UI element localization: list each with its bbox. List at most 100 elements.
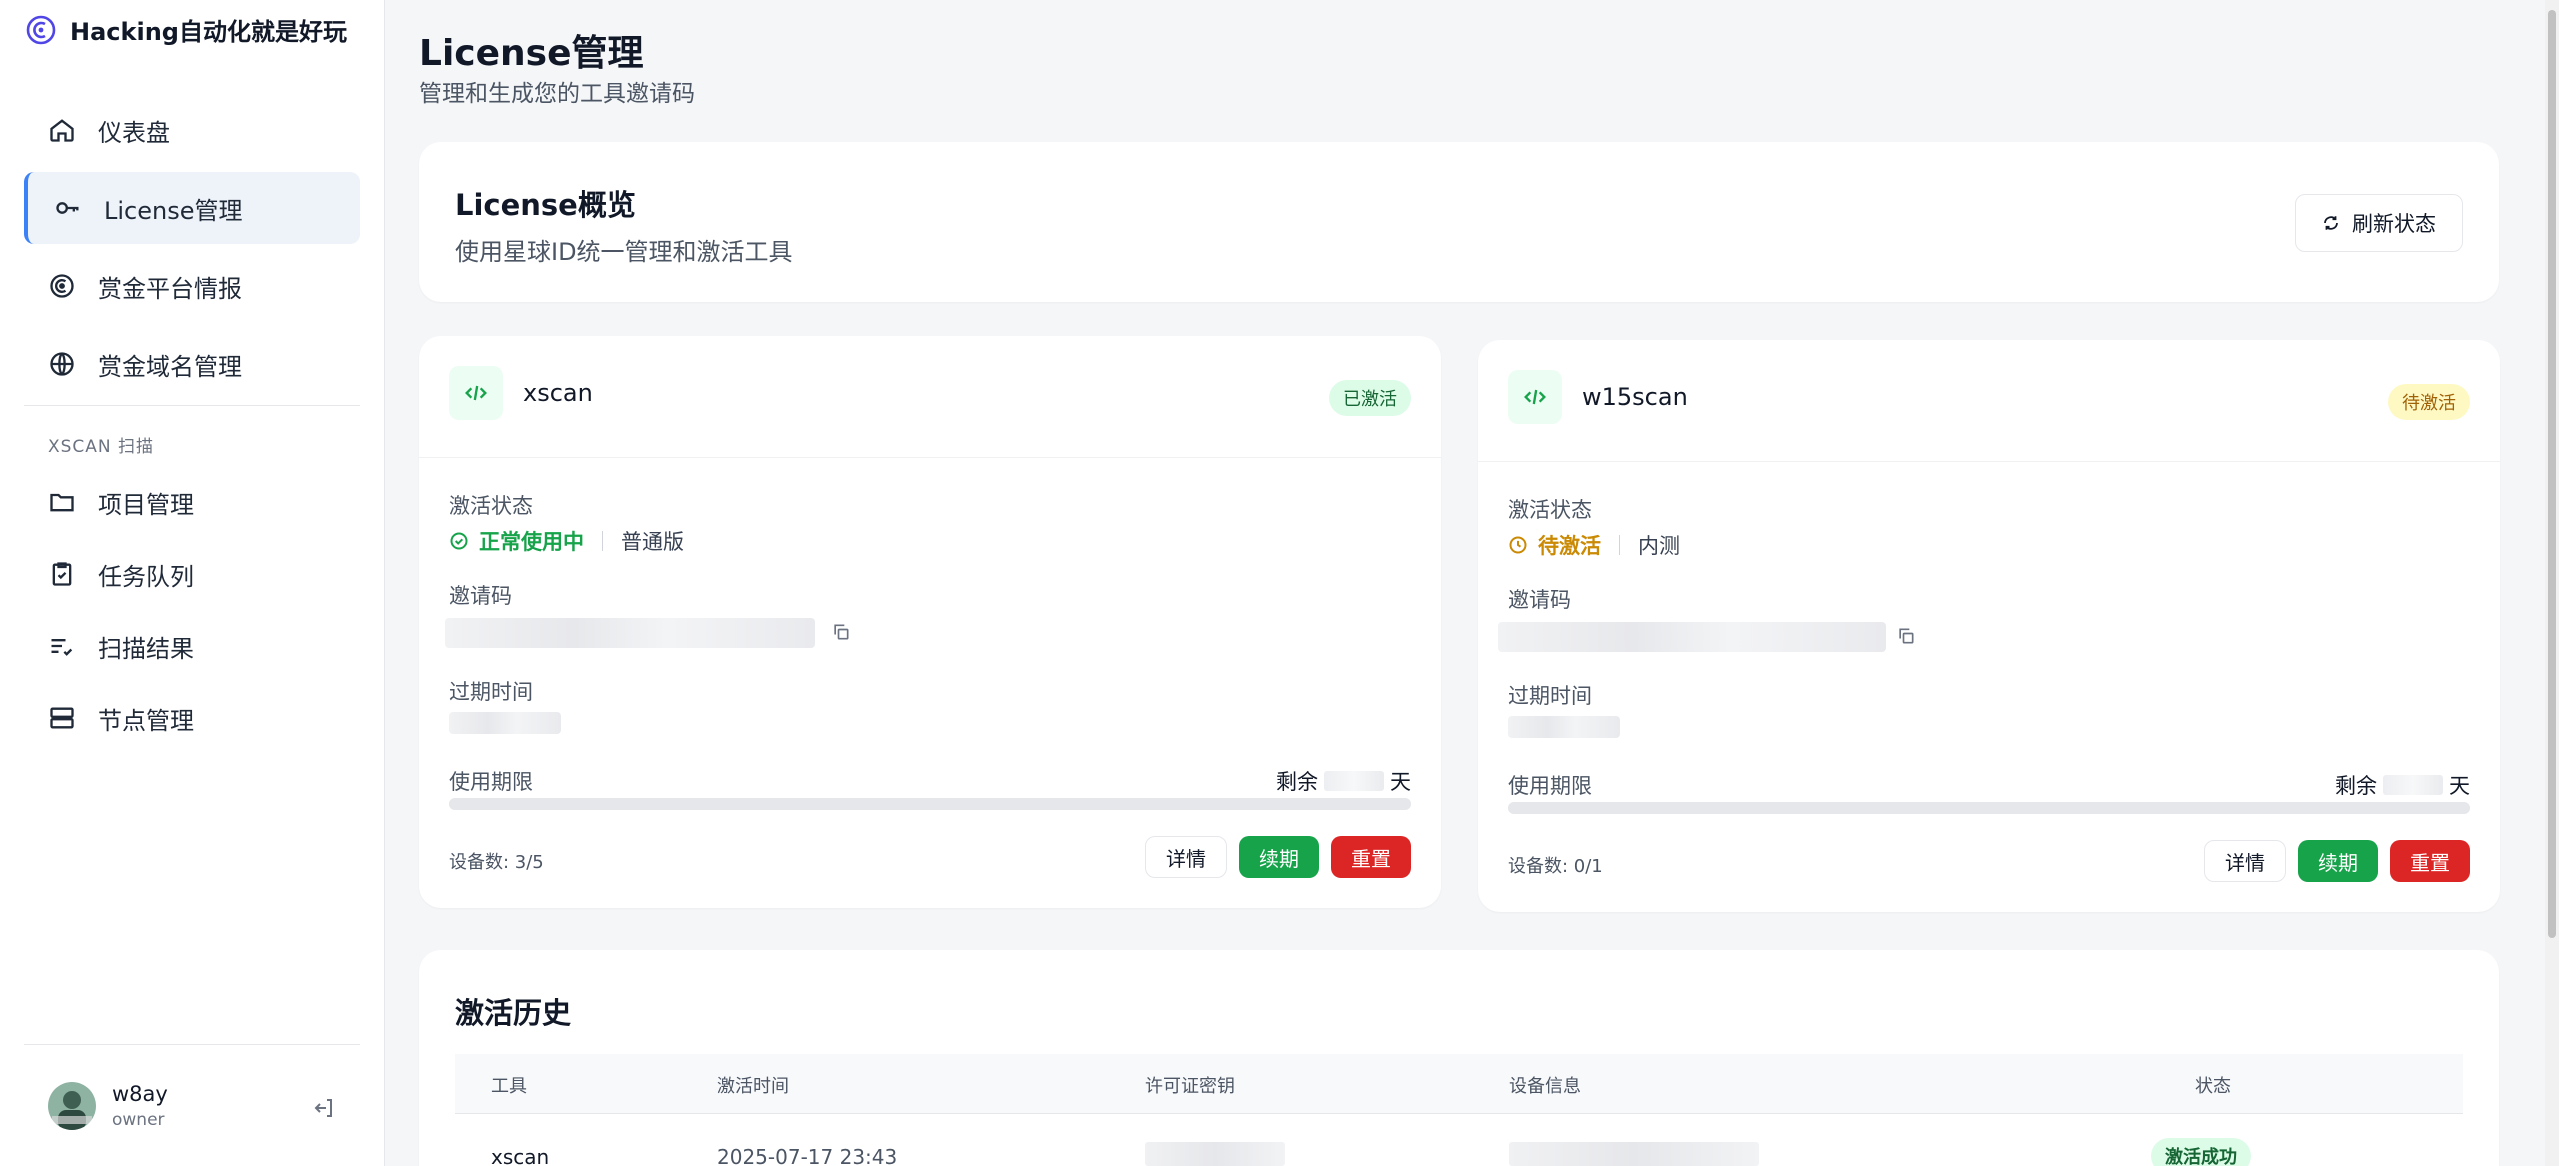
copy-icon[interactable] (831, 622, 851, 642)
refresh-status-button[interactable]: 刷新状态 (2295, 194, 2463, 252)
renew-button[interactable]: 续期 (2298, 840, 2378, 882)
plan-name: 普通版 (621, 530, 684, 554)
avatar (48, 1082, 96, 1130)
nav-section-label: XSCAN 扫描 (48, 437, 155, 457)
tool-name: xscan (523, 379, 593, 407)
detail-button[interactable]: 详情 (2204, 840, 2286, 882)
brand-title: Hacking自动化就是好玩 (70, 18, 347, 46)
overview-title: License概览 (455, 188, 636, 222)
table-cell-status: 激活成功 (2151, 1138, 2251, 1166)
page-subtitle: 管理和生成您的工具邀请码 (419, 81, 695, 107)
nav-item-projects[interactable]: 项目管理 (24, 466, 360, 538)
server-icon (50, 707, 74, 729)
activation-history-card: 激活历史 工具 激活时间 许可证密钥 设备信息 状态 xscan 2025-07… (419, 950, 2499, 1166)
nav-item-scan-results[interactable]: 扫描结果 (24, 610, 360, 682)
device-count: 设备数: 3/5 (449, 852, 544, 873)
expire-time-value (1508, 716, 1620, 738)
list-check-icon (51, 639, 73, 656)
device-count: 设备数: 0/1 (1508, 856, 1603, 877)
user-profile[interactable]: w8ay owner (48, 1082, 168, 1130)
reset-button[interactable]: 重置 (1331, 836, 1411, 878)
card-divider (419, 457, 1441, 458)
renew-button[interactable]: 续期 (1239, 836, 1319, 878)
clipboard-check-icon (52, 562, 72, 586)
overview-subtitle: 使用星球ID统一管理和激活工具 (455, 238, 793, 266)
nav-item-nodes[interactable]: 节点管理 (24, 682, 360, 754)
nav-item-bounty-domains[interactable]: 赏金域名管理 (24, 328, 360, 400)
user-name: w8ay (112, 1082, 168, 1106)
activation-status-value: 待激活 (1538, 534, 1601, 558)
check-circle-icon (450, 532, 468, 550)
expire-time-value (449, 712, 561, 734)
radar-icon (50, 274, 74, 298)
logout-icon[interactable] (312, 1096, 336, 1120)
expire-time-label: 过期时间 (449, 680, 533, 704)
invite-code-label: 邀请码 (449, 584, 512, 608)
tool-card-xscan: xscan 已激活 激活状态 正常使用中 普通版 邀请码 过期时间 使用期限 剩… (419, 336, 1441, 908)
card-divider (1478, 461, 2500, 462)
table-cell-time: 2025-07-17 23:43 (717, 1145, 898, 1166)
logo-icon (26, 15, 56, 44)
refresh-status-label: 刷新状态 (2352, 212, 2436, 236)
usage-progress-bar (1508, 802, 2470, 814)
column-header: 状态 (2195, 1076, 2231, 1097)
column-header: 激活时间 (717, 1076, 789, 1097)
nav-label-scan-results: 扫描结果 (98, 634, 194, 663)
tool-card-w15scan: w15scan 待激活 激活状态 待激活 内测 邀请码 过期时间 使用期限 剩余… (1478, 340, 2500, 912)
clock-icon (1509, 536, 1527, 554)
remaining-days: 剩余天 (2335, 774, 2470, 798)
nav-item-license[interactable]: License管理 (24, 172, 360, 244)
status-badge: 已激活 (1329, 380, 1411, 416)
key-icon (56, 202, 79, 214)
status-badge: 待激活 (2388, 384, 2470, 420)
activation-status-value: 正常使用中 (479, 530, 584, 554)
license-overview-card: License概览 使用星球ID统一管理和激活工具 刷新状态 (419, 142, 2499, 302)
sidebar: Hacking自动化就是好玩 仪表盘 License管理 赏金平台情报 赏金域名… (0, 0, 385, 1166)
nav-item-task-queue[interactable]: 任务队列 (24, 538, 360, 610)
table-cell-tool: xscan (491, 1145, 550, 1166)
folder-icon (50, 493, 74, 512)
tool-name: w15scan (1582, 383, 1688, 411)
table-cell-device-info (1509, 1142, 1759, 1166)
reset-button[interactable]: 重置 (2390, 840, 2470, 882)
table-header: 工具 激活时间 许可证密钥 设备信息 状态 (455, 1054, 2463, 1114)
table-cell-license-key (1145, 1142, 1285, 1166)
code-icon (1508, 370, 1562, 424)
copy-icon[interactable] (1896, 626, 1916, 646)
scrollbar[interactable] (2545, 0, 2559, 1166)
usage-progress-bar (449, 798, 1411, 810)
plan-name: 内测 (1638, 534, 1680, 558)
nav-label-nodes: 节点管理 (98, 706, 194, 735)
column-header: 工具 (491, 1076, 527, 1097)
activation-status-label: 激活状态 (449, 494, 533, 518)
nav-label-task-queue: 任务队列 (98, 562, 194, 591)
activation-status: 待激活 内测 (1508, 530, 1680, 560)
nav-item-bounty-intel[interactable]: 赏金平台情报 (24, 250, 360, 322)
history-title: 激活历史 (455, 996, 572, 1030)
main-content: License管理 管理和生成您的工具邀请码 License概览 使用星球ID统… (385, 0, 2559, 1166)
home-icon (50, 119, 74, 142)
activation-status-label: 激活状态 (1508, 498, 1592, 522)
invite-code-value (445, 618, 815, 648)
detail-button[interactable]: 详情 (1145, 836, 1227, 878)
remaining-days: 剩余天 (1276, 770, 1411, 794)
nav-label-projects: 项目管理 (98, 490, 194, 519)
code-icon (449, 366, 503, 420)
column-header: 设备信息 (1509, 1076, 1581, 1097)
nav-label-bounty-domains: 赏金域名管理 (98, 352, 242, 381)
expire-time-label: 过期时间 (1508, 684, 1592, 708)
usage-period-label: 使用期限 (1508, 774, 1592, 798)
brand[interactable]: Hacking自动化就是好玩 (26, 12, 347, 47)
nav-label-dashboard: 仪表盘 (98, 118, 170, 147)
nav-item-dashboard[interactable]: 仪表盘 (24, 94, 360, 166)
invite-code-label: 邀请码 (1508, 588, 1571, 612)
invite-code-value (1498, 622, 1886, 652)
globe-icon (50, 352, 74, 376)
page-title: License管理 (419, 33, 644, 74)
activation-status: 正常使用中 普通版 (449, 526, 684, 556)
nav-label-bounty-intel: 赏金平台情报 (98, 274, 242, 303)
user-role: owner (112, 1110, 165, 1130)
nav-divider (24, 405, 360, 406)
nav-label-license: License管理 (104, 196, 243, 225)
user-divider (24, 1044, 360, 1045)
